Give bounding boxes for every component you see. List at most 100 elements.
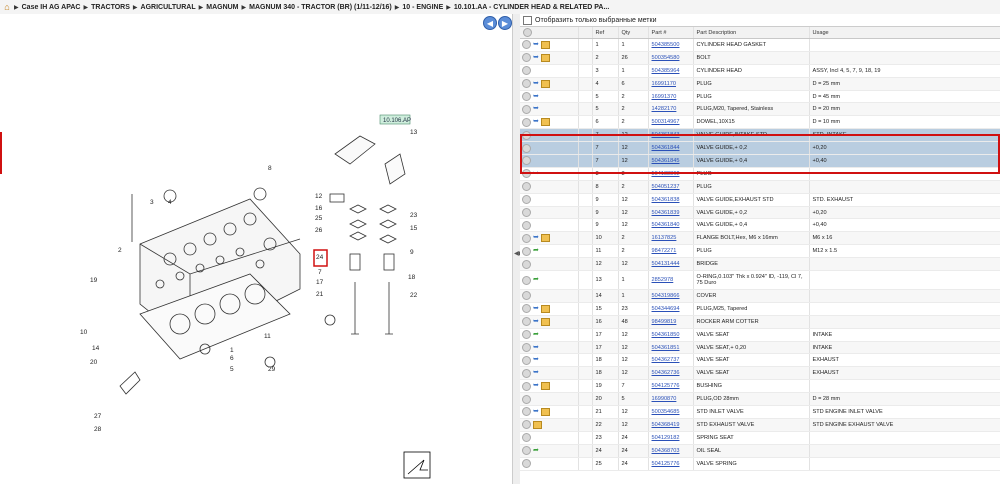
table-row[interactable]: 22 12 504368419 STD EXHAUST VALVE STD ENGINE… — [520, 418, 1000, 432]
diagram-callout-26[interactable]: 26 — [315, 227, 323, 234]
diagram-callout-16[interactable]: 16 — [315, 205, 323, 212]
substitute-arrow-icon[interactable]: ➥ — [533, 234, 539, 241]
add-to-cart-icon[interactable] — [522, 143, 531, 153]
diagram-callout-10[interactable]: 10 — [80, 329, 88, 336]
diagram-callout-25[interactable]: 25 — [315, 215, 323, 222]
replacement-arrow-icon[interactable]: ➦ — [533, 331, 539, 338]
table-row[interactable]: ➥ 19 7 504125776 BUSHING — [520, 379, 1000, 394]
table-row[interactable]: ➥ 8 3 504138862 PLUG — [520, 167, 1000, 181]
table-row[interactable]: 8 2 504051237 PLUG — [520, 180, 1000, 194]
kit-box-icon[interactable] — [540, 382, 550, 391]
part-number-link[interactable]: 500354685 — [652, 409, 680, 415]
kit-box-icon[interactable] — [540, 53, 550, 62]
table-row[interactable]: 9 12 504361840 VALVE GUIDE,+ 0,4 +0,40 — [520, 218, 1000, 233]
table-row[interactable]: 7 12 504361845 VALVE GUIDE,+ 0,4 +0,40 — [520, 154, 1000, 168]
part-number-link[interactable]: 504361840 — [652, 222, 680, 228]
column-header-usage[interactable]: Usage — [809, 27, 1000, 39]
breadcrumb-item[interactable]: 10 - ENGINE — [402, 4, 443, 11]
part-number-link[interactable]: 98499819 — [652, 319, 677, 325]
part-number-link[interactable]: 16991170 — [652, 81, 676, 87]
diagram-callout-24[interactable]: 24 — [316, 254, 324, 261]
filter-checkbox[interactable] — [523, 15, 532, 25]
part-number-link[interactable]: 504361844 — [652, 145, 680, 151]
part-number-link[interactable]: 98472271 — [652, 248, 677, 254]
part-number-link[interactable]: 500314967 — [652, 119, 680, 125]
table-row[interactable]: 14 1 504319866 COVER — [520, 289, 1000, 303]
part-number-link[interactable]: 504125776 — [652, 383, 680, 389]
part-number-link[interactable]: 16990870 — [652, 396, 677, 402]
column-header-description[interactable]: Part Description — [693, 27, 810, 39]
diagram-callout-6[interactable]: 6 — [230, 355, 234, 362]
part-number-link[interactable]: 504361850 — [652, 332, 680, 338]
add-to-cart-icon[interactable] — [522, 53, 531, 63]
substitute-arrow-icon[interactable]: ➥ — [533, 318, 539, 325]
table-row[interactable]: 7 12 504361844 VALVE GUIDE,+ 0,2 +0,20 — [520, 141, 1000, 156]
add-to-cart-icon[interactable] — [522, 66, 531, 76]
replacement-arrow-icon[interactable]: ➦ — [533, 276, 539, 283]
part-number-link[interactable]: 504319866 — [652, 293, 680, 299]
breadcrumb-item[interactable]: MAGNUM 340 - TRACTOR (BR) (1/11-12/16) — [249, 4, 392, 11]
table-row[interactable]: ➦ 24 24 504368703 OIL SEAL — [520, 444, 1000, 458]
table-row[interactable]: ➥ 21 12 500354685 STD INLET VALVE STD ENGINE … — [520, 405, 1000, 419]
table-row[interactable]: ➦ 13 1 2852978 O-RING,0.103" Thk x 0.924" ID… — [520, 270, 1000, 291]
table-row[interactable]: 25 24 504125776 VALVE SPRING — [520, 457, 1000, 471]
breadcrumb-item[interactable]: Case IH AG APAC — [22, 4, 81, 11]
diagram-callout-3[interactable]: 3 — [150, 199, 154, 206]
add-to-cart-icon[interactable] — [522, 156, 531, 166]
add-to-cart-icon[interactable] — [522, 459, 531, 469]
table-row[interactable]: ➥ 18 12 504362737 VALVE SEAT EXHAUST — [520, 353, 1000, 368]
part-number-link[interactable]: 500354580 — [652, 55, 680, 61]
part-number-link[interactable]: 504368703 — [652, 448, 680, 454]
diagram-callout-29[interactable]: 29 — [268, 366, 276, 373]
table-row[interactable]: ➦ 11 2 98472271 PLUG M12 x 1.5 — [520, 244, 1000, 259]
substitute-arrow-icon[interactable]: ➥ — [533, 105, 539, 112]
substitute-arrow-icon[interactable]: ➥ — [533, 54, 539, 61]
kit-box-icon[interactable] — [540, 118, 550, 127]
part-number-link[interactable]: 504131444 — [652, 261, 680, 267]
column-header-qty[interactable]: Qty — [618, 27, 649, 39]
add-to-cart-icon[interactable] — [522, 169, 531, 179]
part-number-link[interactable]: 504362736 — [652, 370, 680, 376]
diagram-callout-19[interactable]: 19 — [90, 277, 98, 284]
add-to-cart-icon[interactable] — [522, 291, 531, 301]
diagram-callout-15[interactable]: 15 — [410, 225, 418, 232]
add-to-cart-icon[interactable] — [522, 381, 531, 391]
part-number-link[interactable]: 16991370 — [652, 94, 677, 100]
add-to-cart-icon[interactable] — [522, 117, 531, 127]
kit-box-icon[interactable] — [533, 420, 542, 429]
add-to-cart-icon[interactable] — [522, 343, 531, 353]
select-all-header[interactable] — [520, 27, 579, 39]
kit-box-icon[interactable] — [540, 407, 550, 416]
replacement-arrow-icon[interactable]: ➦ — [533, 247, 539, 254]
add-to-cart-icon[interactable] — [522, 182, 531, 192]
part-number-link[interactable]: 504361851 — [652, 345, 680, 351]
kit-box-icon[interactable] — [540, 317, 550, 326]
part-number-link[interactable]: 2852978 — [652, 277, 674, 283]
add-to-cart-icon[interactable] — [522, 433, 531, 443]
add-to-cart-icon[interactable] — [522, 259, 531, 269]
diagram-callout-2[interactable]: 2 — [118, 247, 122, 254]
table-row[interactable]: ➥ 2 26 500354580 BOLT — [520, 51, 1000, 65]
add-to-cart-icon[interactable] — [522, 317, 531, 327]
table-row[interactable]: ➥ 5 2 16991370 PLUG D = 45 mm — [520, 90, 1000, 104]
replacement-arrow-icon[interactable]: ➦ — [533, 447, 539, 454]
diagram-callout-23[interactable]: 23 — [410, 212, 418, 219]
add-to-cart-icon[interactable] — [522, 407, 531, 417]
part-number-link[interactable]: 504125776 — [652, 461, 680, 467]
part-number-link[interactable]: 504129182 — [652, 435, 680, 441]
part-number-link[interactable]: 504385500 — [652, 42, 680, 48]
diagram-callout-11[interactable]: 11 — [264, 333, 271, 340]
diagram-callout-14[interactable]: 14 — [92, 345, 100, 352]
substitute-arrow-icon[interactable]: ➥ — [533, 305, 539, 312]
diagram-callout-20[interactable]: 20 — [90, 359, 98, 366]
breadcrumb-item[interactable]: MAGNUM — [206, 4, 238, 11]
add-to-cart-icon[interactable] — [522, 208, 531, 218]
table-row[interactable]: ➥ 15 23 504344694 PLUG,M25, Tapered — [520, 302, 1000, 316]
table-row[interactable]: 20 5 16990870 PLUG,OD 28mm D = 28 mm — [520, 392, 1000, 407]
add-to-cart-icon[interactable] — [522, 79, 531, 89]
add-to-cart-icon[interactable] — [522, 40, 531, 50]
table-row[interactable]: ➦ 17 12 504361850 VALVE SEAT INTAKE — [520, 328, 1000, 342]
diagram-callout-28[interactable]: 28 — [94, 426, 102, 433]
table-row[interactable]: ➥ 18 12 504362736 VALVE SEAT EXHAUST — [520, 366, 1000, 381]
kit-box-icon[interactable] — [540, 304, 550, 313]
